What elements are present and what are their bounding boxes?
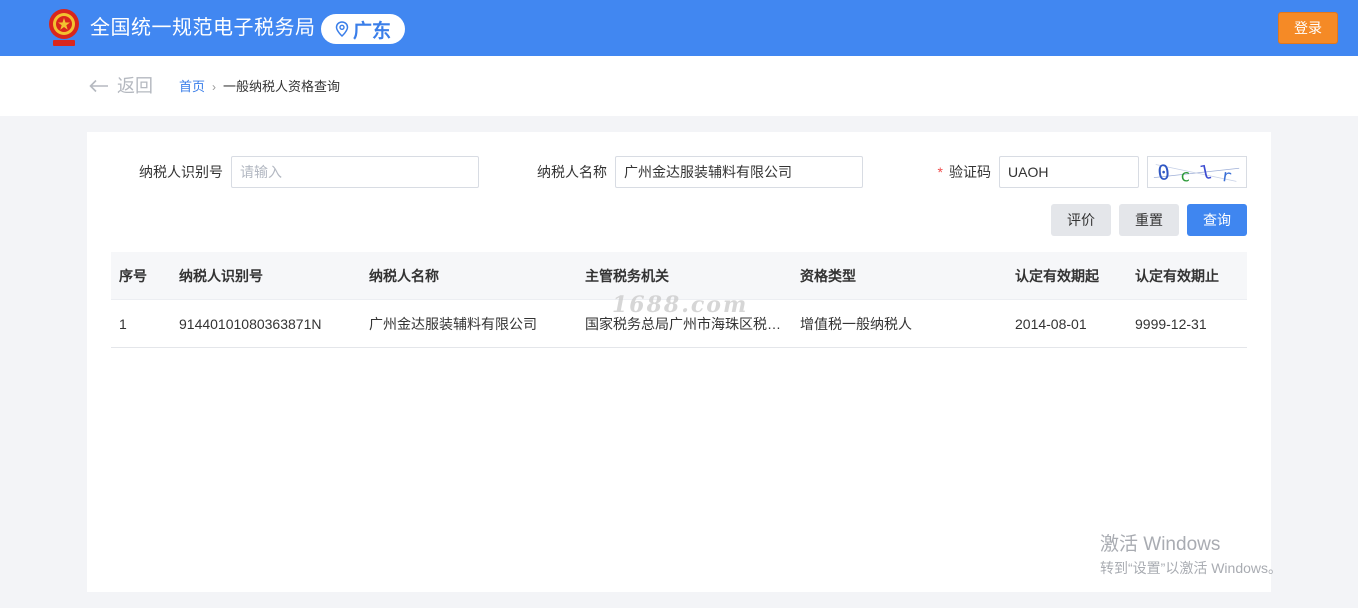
location-pin-icon (335, 21, 349, 37)
captcha-char-4: r (1220, 165, 1233, 186)
column-header: 序号 (119, 267, 147, 284)
top-header: 全国统一规范电子税务局 广东 登录 (0, 0, 1358, 56)
sub-navigation: 返回 首页 › 一般纳税人资格查询 (0, 56, 1358, 116)
required-mark: * (937, 164, 943, 180)
taxpayer-name-input[interactable]: 广州金达服装辅料有限公司 (615, 156, 863, 188)
captcha-label-text: 验证码 (949, 164, 991, 180)
back-label: 返回 (117, 76, 153, 96)
watermark: 1688.com (612, 292, 749, 318)
taxpayer-name-label: 纳税人名称 (537, 164, 607, 180)
captcha-image[interactable]: 0 c l r (1147, 156, 1247, 188)
national-emblem-icon (49, 9, 79, 46)
table-cell: 广州金达服装辅料有限公司 (369, 315, 537, 332)
query-panel: 纳税人识别号 请输入 纳税人名称 广州金达服装辅料有限公司 * 验证码 UAOH … (87, 132, 1271, 592)
captcha-char-2: c (1180, 165, 1190, 185)
taxpayer-id-input[interactable]: 请输入 (231, 156, 479, 188)
table-cell: 2014-08-01 (1015, 315, 1087, 332)
reset-button[interactable]: 重置 (1119, 204, 1179, 236)
site-title: 全国统一规范电子税务局 (90, 17, 316, 39)
region-selector[interactable]: 广东 (321, 14, 405, 44)
evaluate-button[interactable]: 评价 (1051, 204, 1111, 236)
table-cell: 9999-12-31 (1135, 315, 1207, 332)
column-header: 纳税人名称 (369, 267, 439, 284)
column-header: 资格类型 (800, 267, 856, 284)
table-cell: 91440101080363871N (179, 315, 322, 332)
windows-activation-notice: 激活 Windows 转到“设置”以激活 Windows。 (1100, 533, 1282, 579)
breadcrumb-home[interactable]: 首页 (179, 78, 205, 96)
column-header: 认定有效期起 (1015, 267, 1099, 284)
captcha-input[interactable]: UAOH (999, 156, 1139, 188)
column-header: 主管税务机关 (585, 267, 669, 284)
activation-title: 激活 Windows (1100, 534, 1221, 555)
region-label: 广东 (352, 20, 391, 42)
captcha-label: * 验证码 (917, 162, 991, 182)
login-button[interactable]: 登录 (1278, 12, 1338, 44)
column-header: 认定有效期止 (1135, 267, 1219, 284)
captcha-image-graphic: 0 c l r (1153, 160, 1240, 186)
activation-subtitle: 转到“设置”以激活 Windows。 (1100, 560, 1283, 576)
arrow-left-icon (89, 79, 108, 93)
captcha-char-3: l (1199, 162, 1214, 185)
chevron-right-icon: › (212, 80, 217, 94)
table-cell: 增值税一般纳税人 (800, 315, 912, 332)
back-button[interactable]: 返回 (89, 74, 153, 98)
query-button[interactable]: 查询 (1187, 204, 1247, 236)
captcha-char-1: 0 (1156, 160, 1171, 185)
breadcrumb: 首页 › 一般纳税人资格查询 (179, 78, 340, 96)
table-cell: 1 (119, 315, 127, 332)
taxpayer-id-label: 纳税人识别号 (139, 164, 223, 180)
column-header: 纳税人识别号 (179, 267, 263, 284)
breadcrumb-current: 一般纳税人资格查询 (223, 79, 341, 94)
